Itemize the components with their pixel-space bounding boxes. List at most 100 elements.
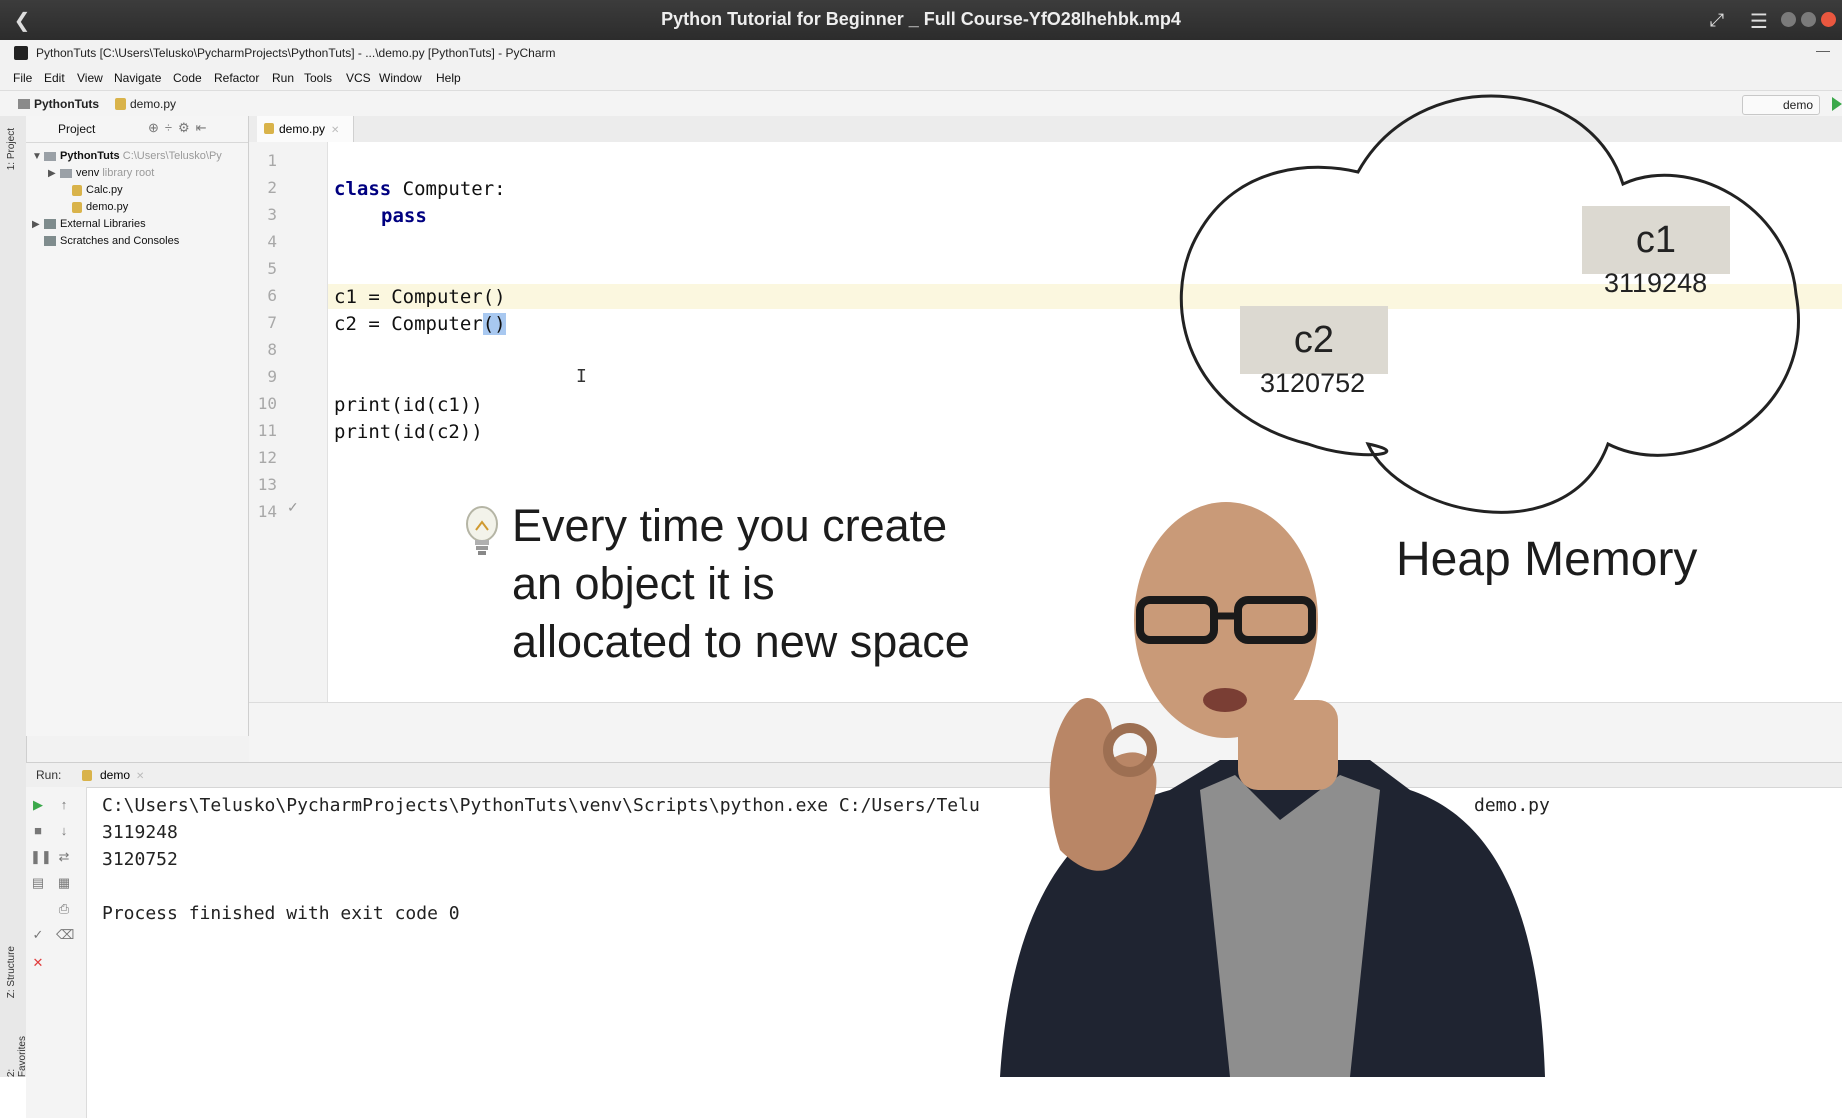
project-panel-header: Project ⊕÷⚙⇤ [26,116,248,143]
object-name: c1 [1635,219,1677,261]
cloud-outline [1179,94,1800,514]
run-label: Run: [36,768,62,782]
stop-icon[interactable]: ■ [30,823,46,839]
console-command-line: C:\Users\Telusko\PycharmProjects\PythonT… [102,795,980,816]
tree-item-pythontuts[interactable]: ▼ PythonTuts C:\Users\Telusko\Py [32,150,222,162]
menu-edit[interactable]: Edit [44,71,65,85]
object-name: c2 [1293,319,1335,361]
tree-item-demo[interactable]: demo.py [72,201,128,213]
ide-window-title: PythonTuts [C:\Users\Telusko\PycharmProj… [36,46,556,60]
tree-item-external-libraries[interactable]: ▶ External Libraries [32,218,146,230]
scratches-icon [44,236,56,247]
code-line-2: class Computer: [334,178,506,200]
line-number: 10 [257,394,277,413]
dump-threads-icon[interactable]: ▤ [30,875,46,891]
rerun-icon[interactable]: ▶ [30,797,46,813]
hamburger-menu-icon[interactable]: ☰ [1746,8,1772,34]
code-line-7: c2 = Computer() [334,313,506,335]
menu-view[interactable]: View [77,71,103,85]
object-address: 3120752 [1260,368,1366,398]
menu-tools[interactable]: Tools [304,71,332,85]
clear-trash-icon[interactable]: ⌫ [56,927,74,943]
video-title: Python Tutorial for Beginner _ Full Cour… [661,9,1181,29]
line-number: 11 [257,421,277,440]
close-run-icon[interactable]: ✕ [30,955,46,971]
breadcrumb-file[interactable]: demo.py [130,97,176,111]
code-line-6: c1 = Computer() [334,286,506,308]
library-icon [44,219,56,230]
presenter-image [1000,502,1545,1077]
line-number: 3 [267,205,277,224]
caption-line: Every time you create [512,500,948,551]
selected-parentheses: () [482,313,506,335]
close-run-tab-icon[interactable]: ✕ [136,771,144,782]
lightbulb-icon [466,506,498,555]
project-tool-tab[interactable]: 1: Project [6,128,20,170]
ide-title-bar: PythonTuts [C:\Users\Telusko\PycharmProj… [0,40,1842,66]
scroll-down-icon[interactable]: ↓ [56,823,72,839]
project-panel-tools-icon[interactable]: ⊕÷⚙⇤ [148,120,213,136]
menu-help[interactable]: Help [436,71,461,85]
menu-navigate[interactable]: Navigate [114,71,161,85]
code-line-11: print(id(c2)) [334,421,483,443]
console-output-line: 3120752 [102,849,178,870]
console-output-line: 3119248 [102,822,178,843]
video-player-bar: ❮ Python Tutorial for Beginner _ Full Co… [0,0,1842,40]
caption-text: Every time you create an object it is al… [512,497,970,671]
fold-marker-icon[interactable]: ✓ [287,499,299,516]
menu-run[interactable]: Run [272,71,294,85]
tree-item-venv[interactable]: ▶ venv library root [48,167,154,179]
menu-file[interactable]: File [13,71,32,85]
favorites-tool-tab[interactable]: 2: Favorites [6,1036,28,1077]
python-file-icon [115,98,126,110]
project-panel-title[interactable]: Project [58,122,95,136]
caption-line: allocated to new space [512,616,970,667]
python-file-icon [264,123,274,134]
minimize-ide-icon[interactable]: — [1816,42,1830,58]
folder-icon [60,168,72,178]
code-line-10: print(id(c1)) [334,394,483,416]
menu-window[interactable]: Window [379,71,422,85]
line-number: 2 [267,178,277,197]
run-play-icon[interactable] [1832,97,1842,111]
close-tab-icon[interactable]: ✕ [331,125,339,136]
scroll-to-end-icon[interactable]: ▦ [56,875,72,891]
window-controls [1781,12,1836,27]
object-box-c2: c2 [1240,306,1388,374]
text-cursor-icon: I [576,366,587,387]
maximize-button[interactable] [1801,12,1816,27]
line-number-gutter: 1 2 3 4 5 6 7 8 9 10 11 12 13 14 ✓ [249,142,328,702]
pin-icon[interactable]: ✓ [30,927,46,943]
soft-wrap-icon[interactable]: ⇄ [56,849,72,865]
run-toolbar: ▶ ↑ ■ ↓ ❚❚ ⇄ ▤ ▦ ⎙ ✓ ⌫ ✕ [26,787,87,1118]
fullscreen-icon[interactable]: ⤢ [1704,8,1730,34]
tree-item-scratches[interactable]: Scratches and Consoles [44,235,179,247]
menu-refactor[interactable]: Refactor [214,71,259,85]
pycharm-logo-icon [14,46,28,60]
object-address: 3119248 [1604,268,1708,298]
folder-icon [44,151,56,161]
structure-tool-tab[interactable]: Z: Structure [6,946,20,998]
menu-vcs[interactable]: VCS [346,71,371,85]
close-window-button[interactable] [1821,12,1836,27]
line-number: 9 [267,367,277,386]
editor-tab-demo[interactable]: demo.py ✕ [257,116,355,142]
print-icon[interactable]: ⎙ [56,901,72,917]
run-tab-demo[interactable]: demo ✕ [78,766,152,784]
console-exit-line: Process finished with exit code 0 [102,903,460,924]
left-tool-strip: 1: Project Z: Structure 2: Favorites [0,116,28,1077]
line-number: 8 [267,340,277,359]
code-line-3: pass [381,205,427,227]
menu-code[interactable]: Code [173,71,202,85]
minimize-button[interactable] [1781,12,1796,27]
line-number: 5 [267,259,277,278]
scroll-up-icon[interactable]: ↑ [56,797,72,813]
python-file-icon [72,201,82,213]
project-panel: Project ⊕÷⚙⇤ ▼ PythonTuts C:\Users\Telusk… [26,116,249,736]
breadcrumb-project[interactable]: PythonTuts [34,97,99,111]
heap-memory-cloud-diagram [1179,94,1800,514]
tree-item-calc[interactable]: Calc.py [72,184,123,196]
python-file-icon [82,770,92,781]
line-number: 7 [267,313,277,332]
pause-icon[interactable]: ❚❚ [30,849,52,865]
